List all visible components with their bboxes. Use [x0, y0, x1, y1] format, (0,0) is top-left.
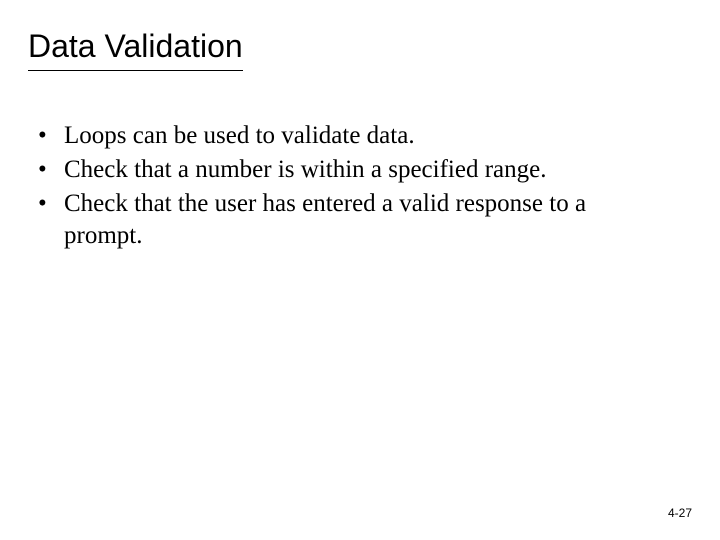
slide-body: Loops can be used to validate data. Chec… [34, 120, 660, 254]
slide: Data Validation Loops can be used to val… [0, 0, 720, 540]
slide-title: Data Validation [28, 28, 243, 65]
bullet-item: Check that a number is within a specifie… [34, 154, 660, 186]
page-number: 4-27 [668, 506, 692, 520]
bullet-item: Check that the user has entered a valid … [34, 188, 660, 252]
bullet-item: Loops can be used to validate data. [34, 120, 660, 152]
title-underline [28, 70, 243, 71]
bullet-list: Loops can be used to validate data. Chec… [34, 120, 660, 252]
